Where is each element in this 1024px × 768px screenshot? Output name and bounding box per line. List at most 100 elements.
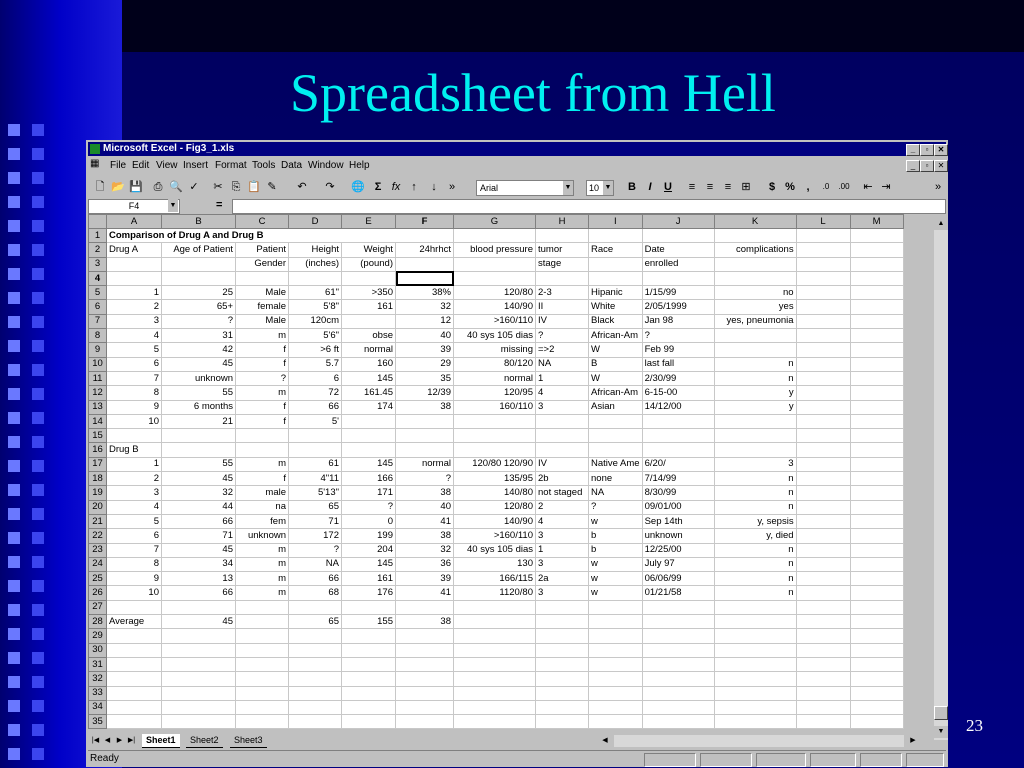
- row-header[interactable]: 23: [88, 542, 107, 558]
- column-header-f[interactable]: F: [395, 214, 454, 229]
- cell-a6[interactable]: 2: [106, 299, 162, 315]
- cell-e34[interactable]: [341, 699, 396, 716]
- cell-h14[interactable]: [535, 413, 589, 430]
- align-right-icon[interactable]: ≡: [720, 179, 736, 195]
- autosum-icon[interactable]: Σ: [370, 179, 386, 195]
- cell-k2[interactable]: complications: [713, 242, 797, 258]
- row-header[interactable]: 17: [88, 456, 107, 473]
- cell-b26[interactable]: 66: [161, 585, 236, 601]
- cell-l31[interactable]: [795, 656, 851, 673]
- cell-c11[interactable]: ?: [235, 370, 289, 387]
- cell-g22[interactable]: >160/110: [453, 528, 536, 544]
- cell-m24[interactable]: [849, 556, 904, 573]
- cell-b21[interactable]: 66: [161, 513, 236, 530]
- cell-c13[interactable]: f: [235, 399, 289, 415]
- cell-m10[interactable]: [849, 356, 904, 372]
- cell-e30[interactable]: [341, 642, 396, 658]
- cell-g21[interactable]: 140/90: [453, 513, 536, 530]
- cell-h34[interactable]: [535, 699, 589, 716]
- cell-c31[interactable]: [235, 656, 289, 673]
- cell-j1[interactable]: [641, 227, 715, 244]
- cell-f13[interactable]: 38: [395, 399, 454, 415]
- cell-i35[interactable]: [588, 714, 643, 730]
- cell-f32[interactable]: [395, 671, 454, 687]
- cell-i25[interactable]: w: [588, 571, 643, 587]
- cell-c25[interactable]: m: [235, 571, 289, 587]
- column-header-e[interactable]: E: [341, 214, 396, 229]
- row-header[interactable]: 20: [88, 499, 107, 515]
- row-header[interactable]: 16: [88, 442, 107, 458]
- cell-c17[interactable]: m: [235, 456, 289, 473]
- cell-a20[interactable]: 4: [106, 499, 162, 515]
- cell-j27[interactable]: [641, 599, 715, 616]
- cell-d26[interactable]: 68: [288, 585, 342, 601]
- function-icon[interactable]: fx: [388, 179, 404, 195]
- cell-c5[interactable]: Male: [235, 285, 289, 301]
- column-header-a[interactable]: A: [106, 214, 162, 229]
- scroll-up-icon[interactable]: ▲: [934, 218, 948, 230]
- cell-m8[interactable]: [849, 328, 904, 344]
- cell-c2[interactable]: Patient: [235, 242, 289, 258]
- cell-a9[interactable]: 5: [106, 342, 162, 358]
- cell-b14[interactable]: 21: [161, 413, 236, 430]
- cell-a29[interactable]: [106, 628, 162, 644]
- cell-m28[interactable]: [849, 614, 904, 630]
- cell-k21[interactable]: y, sepsis: [713, 513, 797, 530]
- cell-b32[interactable]: [161, 671, 236, 687]
- cell-m22[interactable]: [849, 528, 904, 544]
- cell-l14[interactable]: [795, 413, 851, 430]
- cell-d31[interactable]: [288, 656, 342, 673]
- column-header-l[interactable]: L: [795, 214, 851, 229]
- cell-g7[interactable]: >160/110: [453, 313, 536, 330]
- cell-f16[interactable]: [395, 442, 454, 458]
- cell-e8[interactable]: obse: [341, 328, 396, 344]
- column-header-k[interactable]: K: [713, 214, 797, 229]
- cell-l11[interactable]: [795, 370, 851, 387]
- cell-f28[interactable]: 38: [395, 614, 454, 630]
- cell-i8[interactable]: African-Am: [588, 328, 643, 344]
- cell-b17[interactable]: 55: [161, 456, 236, 473]
- hscroll-right-icon[interactable]: ▶: [906, 735, 920, 747]
- row-header[interactable]: 35: [88, 714, 107, 730]
- row-header[interactable]: 11: [88, 370, 107, 387]
- cell-c20[interactable]: na: [235, 499, 289, 515]
- cell-h23[interactable]: 1: [535, 542, 589, 558]
- cell-a1[interactable]: Comparison of Drug A and Drug B: [106, 227, 454, 244]
- cell-k16[interactable]: [713, 442, 797, 458]
- cell-k25[interactable]: n: [713, 571, 797, 587]
- cell-l21[interactable]: [795, 513, 851, 530]
- cell-g23[interactable]: 40 sys 105 dias: [453, 542, 536, 558]
- cell-h5[interactable]: 2-3: [535, 285, 589, 301]
- italic-icon[interactable]: I: [642, 179, 658, 195]
- cell-c24[interactable]: m: [235, 556, 289, 573]
- cell-e28[interactable]: 155: [341, 614, 396, 630]
- cell-l13[interactable]: [795, 399, 851, 415]
- cell-e20[interactable]: ?: [341, 499, 396, 515]
- increase-decimal-icon[interactable]: .0: [818, 179, 834, 195]
- cell-g2[interactable]: blood pressure: [453, 242, 536, 258]
- cell-l5[interactable]: [795, 285, 851, 301]
- column-header-j[interactable]: J: [641, 214, 715, 229]
- cell-h18[interactable]: 2b: [535, 471, 589, 487]
- cell-a8[interactable]: 4: [106, 328, 162, 344]
- cell-m31[interactable]: [849, 656, 904, 673]
- row-header[interactable]: 2: [88, 242, 107, 258]
- cell-k8[interactable]: [713, 328, 797, 344]
- print-preview-icon[interactable]: 🔍: [168, 179, 184, 195]
- cell-i22[interactable]: b: [588, 528, 643, 544]
- decrease-indent-icon[interactable]: ⇤: [860, 179, 876, 195]
- cell-j25[interactable]: 06/06/99: [641, 571, 715, 587]
- cell-j11[interactable]: 2/30/99: [641, 370, 715, 387]
- cell-b35[interactable]: [161, 714, 236, 730]
- minimize-icon[interactable]: _: [906, 144, 920, 156]
- cell-i20[interactable]: ?: [588, 499, 643, 515]
- cell-c26[interactable]: m: [235, 585, 289, 601]
- cell-h16[interactable]: [535, 442, 589, 458]
- cell-g19[interactable]: 140/80: [453, 485, 536, 501]
- cell-i26[interactable]: w: [588, 585, 643, 601]
- cell-a28[interactable]: Average: [106, 614, 162, 630]
- cell-g1[interactable]: [453, 227, 536, 244]
- cell-e31[interactable]: [341, 656, 396, 673]
- cell-g8[interactable]: 40 sys 105 dias: [453, 328, 536, 344]
- cell-a23[interactable]: 7: [106, 542, 162, 558]
